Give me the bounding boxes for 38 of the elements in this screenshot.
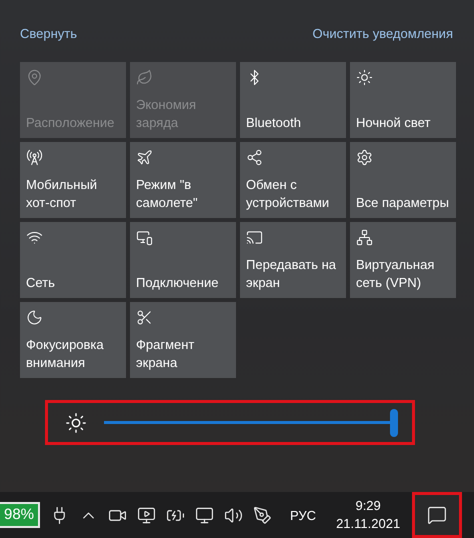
quick-action-tile[interactable]: Bluetooth <box>240 62 346 138</box>
share-icon <box>246 149 263 166</box>
quick-action-tile[interactable]: Виртуальная сеть (VPN) <box>350 222 456 298</box>
clear-notifications-link[interactable]: Очистить уведомления <box>312 26 453 40</box>
settings-icon <box>356 149 373 166</box>
quick-action-tile[interactable]: Фрагмент экрана <box>130 302 236 378</box>
clock-time[interactable]: 9:29 <box>355 497 381 515</box>
cast-icon <box>246 229 263 246</box>
quick-action-tile[interactable]: Режим "в самолете" <box>130 142 236 218</box>
screen-icon[interactable] <box>137 506 156 524</box>
quick-action-tile[interactable]: Подключение <box>130 222 236 298</box>
language-indicator[interactable]: РУС <box>290 508 316 522</box>
antenna-icon <box>26 149 43 166</box>
sun-icon <box>356 69 373 86</box>
devices-icon <box>136 229 153 246</box>
moon-icon <box>26 309 43 326</box>
quick-action-tile[interactable]: Все параметры <box>350 142 456 218</box>
quick-action-tile[interactable]: Передавать на экран <box>240 222 346 298</box>
message-icon <box>427 505 447 525</box>
brightness-icon <box>65 412 87 434</box>
map-pin-icon <box>26 69 43 86</box>
scissors-icon <box>136 309 153 326</box>
collapse-link[interactable]: Свернуть <box>20 26 78 40</box>
quick-action-tile[interactable]: Фокусировка внимания <box>20 302 126 378</box>
notifications-button[interactable] <box>412 492 462 538</box>
airplane-icon <box>136 149 153 166</box>
quick-action-tile[interactable]: Ночной свет <box>350 62 456 138</box>
quick-action-tile[interactable]: Сеть <box>20 222 126 298</box>
network-icon <box>356 229 373 246</box>
quick-action-tile[interactable]: Мобильный хот-спот <box>20 142 126 218</box>
battery-indicator[interactable]: 98% <box>0 502 40 528</box>
volume-icon[interactable] <box>224 506 244 524</box>
leaf-icon <box>136 69 153 86</box>
slider-thumb[interactable] <box>390 409 398 437</box>
monitor-icon[interactable] <box>195 506 214 524</box>
clock-date[interactable]: 21.11.2021 <box>336 515 400 533</box>
quick-action-tile[interactable]: Обмен с устройствами <box>240 142 346 218</box>
pen-icon[interactable] <box>253 506 272 524</box>
